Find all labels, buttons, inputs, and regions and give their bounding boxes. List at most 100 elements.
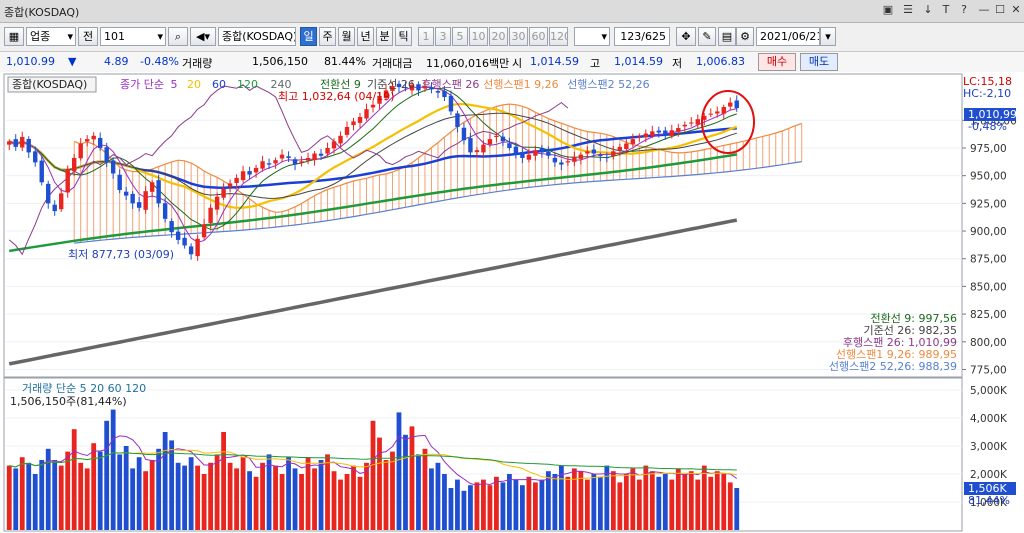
- text-icon[interactable]: T: [938, 2, 954, 18]
- volume-bar: [643, 465, 649, 530]
- volume-bar: [610, 471, 616, 530]
- volume-bar: [656, 476, 662, 530]
- volume-bar: [370, 420, 376, 530]
- help-icon[interactable]: ?: [956, 2, 972, 18]
- list-icon[interactable]: ☰: [900, 2, 916, 18]
- count-field[interactable]: 123/625: [614, 27, 670, 46]
- candle-body: [136, 202, 142, 208]
- candle-body: [617, 146, 623, 151]
- draw-icon[interactable]: ✎: [698, 27, 716, 46]
- minute-button[interactable]: 5: [452, 27, 468, 46]
- period-button[interactable]: 분: [376, 27, 393, 46]
- candle-body: [559, 162, 564, 165]
- candle-body: [513, 146, 519, 154]
- volume-bar: [71, 429, 77, 530]
- ma-legend-item: 종가 단순: [120, 78, 164, 91]
- candle-body: [33, 151, 38, 163]
- candle-body: [104, 147, 109, 163]
- minute-button[interactable]: 1: [418, 27, 434, 46]
- minute-button[interactable]: 60: [529, 27, 548, 46]
- volume-bar: [292, 468, 298, 530]
- volume-bar: [26, 462, 32, 530]
- candle-body: [59, 193, 64, 210]
- prev-button[interactable]: 전: [78, 27, 98, 46]
- name-field[interactable]: 종합(KOSDAQ): [218, 27, 296, 46]
- period-button[interactable]: 주: [319, 27, 336, 46]
- minute-button[interactable]: 3: [435, 27, 451, 46]
- volume-bar: [591, 474, 597, 530]
- candle-body: [78, 143, 83, 159]
- volume-bar: [429, 468, 434, 530]
- quote-bar: 1,010.99 ▼ 4.89 -0.48% 거래량 1,506,150 81.…: [0, 52, 1024, 73]
- grid-icon[interactable]: ▦: [4, 27, 24, 46]
- volume-label: 거래량: [182, 57, 213, 70]
- code-input[interactable]: 101 ▾: [100, 27, 166, 46]
- candle-body: [149, 182, 155, 192]
- volume-bar: [344, 474, 350, 530]
- volume-bar: [383, 460, 389, 530]
- candle-body: [46, 183, 51, 204]
- candle-body: [13, 139, 18, 147]
- volume-tick-label: 3,000K: [970, 441, 1008, 453]
- date-field[interactable]: 2021/06/21: [756, 27, 820, 46]
- interval-select[interactable]: ▾: [574, 27, 610, 46]
- candle-body: [240, 171, 246, 181]
- sell-button[interactable]: 매도: [800, 53, 838, 71]
- hc-label: HC:-2,10: [963, 87, 1011, 100]
- zoom-icon[interactable]: ✥: [676, 27, 696, 46]
- candle-body: [695, 119, 700, 125]
- minute-button[interactable]: 120: [549, 27, 568, 46]
- volume-bar: [688, 471, 694, 530]
- ma-legend-item: 120: [237, 78, 258, 91]
- market-select[interactable]: 업종 ▾: [26, 27, 76, 46]
- gear-icon[interactable]: ⚙: [736, 27, 754, 46]
- close-icon[interactable]: ✕: [1008, 2, 1024, 18]
- sound-icon[interactable]: ◀▾: [190, 27, 216, 46]
- volume-bar: [507, 474, 512, 530]
- calendar-icon[interactable]: ▾: [820, 27, 836, 46]
- candle-body: [539, 148, 545, 153]
- candle-body: [435, 91, 441, 93]
- candle-body: [39, 160, 44, 183]
- period-button[interactable]: 틱: [395, 27, 412, 46]
- period-button[interactable]: 월: [338, 27, 355, 46]
- candle-body: [708, 113, 713, 115]
- volume-bar: [695, 479, 701, 530]
- period-button[interactable]: 일: [300, 27, 317, 46]
- candle-body: [234, 177, 239, 183]
- buy-button[interactable]: 매수: [758, 53, 796, 71]
- candle-body: [247, 171, 252, 175]
- ma-legend-item: 60: [212, 78, 226, 91]
- candle-body: [494, 135, 499, 137]
- ichimoku-legend-item: 선행스팬2 52,26: [567, 78, 649, 91]
- volume-bar: [19, 457, 25, 530]
- volume-bar: [208, 462, 214, 530]
- minute-button[interactable]: 10: [469, 27, 488, 46]
- volume-bar: [571, 468, 577, 530]
- minimize-icon[interactable]: —: [976, 2, 992, 18]
- candle-body: [533, 150, 538, 156]
- volume-bar: [299, 474, 304, 530]
- volume-bar: [727, 482, 733, 530]
- candle-body: [188, 246, 194, 255]
- maximize-icon[interactable]: ☐: [992, 2, 1008, 18]
- volume-bar: [377, 437, 382, 530]
- candle-body: [598, 155, 603, 157]
- minute-button[interactable]: 30: [509, 27, 528, 46]
- price-chart[interactable]: 775,00 800,00 825,00 850,00 875,00 900,00 925,…: [0, 72, 1024, 533]
- candle-body: [370, 104, 376, 108]
- amount-value: 11,060,016백만: [426, 57, 510, 70]
- save-icon[interactable]: ▤: [718, 27, 736, 46]
- minute-button[interactable]: 20: [489, 27, 508, 46]
- candle-body: [201, 224, 207, 238]
- ichimoku-value: 선행스팬2 52,26: 988,39: [829, 360, 957, 373]
- layout-icon[interactable]: ▣: [880, 2, 896, 18]
- chart-title: 종합(KOSDAQ): [12, 78, 87, 91]
- period-button[interactable]: 년: [357, 27, 374, 46]
- volume-bar: [325, 454, 330, 530]
- price-tick-label: 850,00: [970, 281, 1007, 293]
- volume-bar: [331, 471, 337, 530]
- pin-icon[interactable]: ↓: [920, 2, 936, 18]
- candle-body: [84, 139, 90, 142]
- search-icon[interactable]: ⌕: [168, 27, 188, 46]
